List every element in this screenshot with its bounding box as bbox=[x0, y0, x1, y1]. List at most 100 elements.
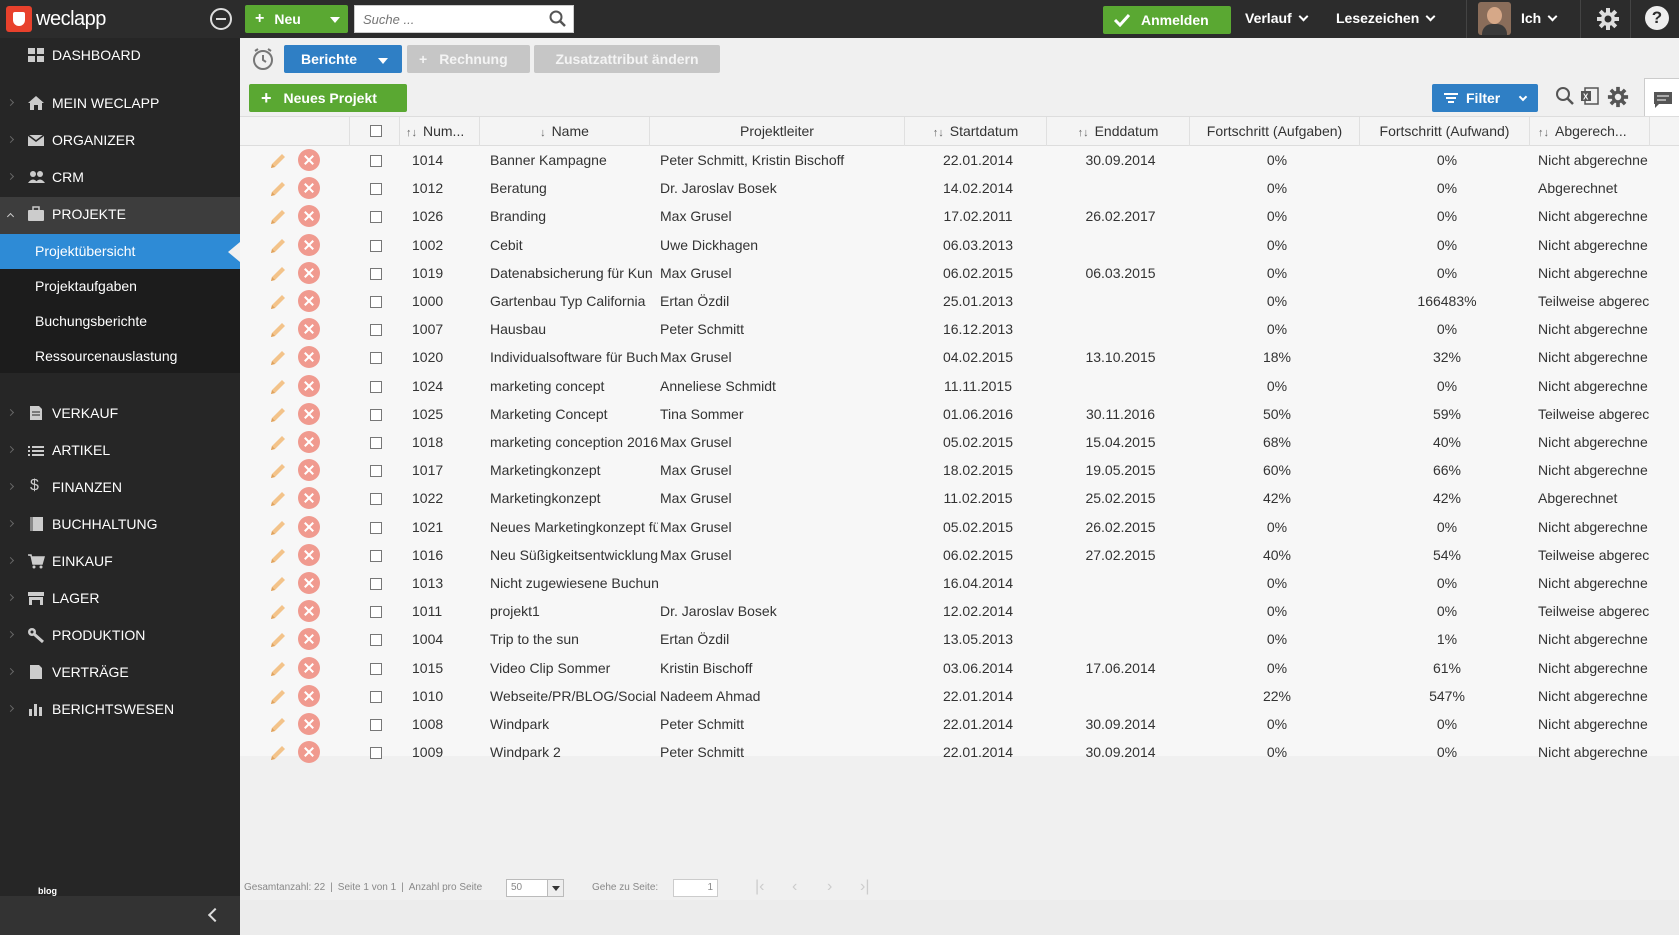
edit-pencil-icon[interactable] bbox=[268, 630, 288, 650]
row-checkbox[interactable] bbox=[370, 493, 382, 506]
sidebar-item-dashboard[interactable]: DASHBOARD bbox=[0, 38, 240, 72]
search-icon[interactable] bbox=[1555, 86, 1575, 106]
chat-panel-tab[interactable] bbox=[1644, 78, 1679, 120]
edit-pencil-icon[interactable] bbox=[268, 348, 288, 368]
edit-pencil-icon[interactable] bbox=[268, 659, 288, 679]
sidebar-item-verkauf[interactable]: VERKAUF bbox=[0, 396, 240, 430]
table-row[interactable]: 1020 Individualsoftware für Buch Max Gruse… bbox=[240, 344, 1679, 372]
delete-icon[interactable] bbox=[298, 290, 320, 312]
table-row[interactable]: 1007 Hausbau Peter Schmitt 16.12.2013 0% 0% Ni… bbox=[240, 316, 1679, 344]
table-row[interactable]: 1024 marketing concept Anneliese Schmidt 11… bbox=[240, 373, 1679, 401]
row-checkbox[interactable] bbox=[370, 352, 382, 365]
delete-icon[interactable] bbox=[298, 205, 320, 228]
select-all-checkbox[interactable] bbox=[370, 125, 382, 137]
edit-pencil-icon[interactable] bbox=[268, 743, 288, 763]
delete-icon[interactable] bbox=[298, 261, 320, 284]
delete-icon[interactable] bbox=[298, 346, 320, 369]
table-row[interactable]: 1014 Banner Kampagne Peter Schmitt, Kristi… bbox=[240, 147, 1679, 175]
row-checkbox[interactable] bbox=[370, 634, 382, 647]
row-checkbox[interactable] bbox=[370, 267, 382, 280]
edit-pencil-icon[interactable] bbox=[268, 151, 288, 171]
row-checkbox[interactable] bbox=[370, 549, 382, 562]
sidebar-item-berichtswesen[interactable]: BERICHTSWESEN bbox=[0, 692, 240, 726]
edit-pencil-icon[interactable] bbox=[268, 518, 288, 538]
goto-page-input[interactable]: 1 bbox=[673, 879, 718, 897]
filter-button[interactable]: Filter bbox=[1432, 84, 1538, 112]
header-number[interactable]: ↑↓ Num... bbox=[400, 117, 480, 146]
edit-pencil-icon[interactable] bbox=[268, 602, 288, 622]
table-row[interactable]: 1004 Trip to the sun Ertan Özdil 13.05.2013… bbox=[240, 626, 1679, 654]
header-start-date[interactable]: ↑↓ Startdatum bbox=[905, 117, 1047, 146]
login-button[interactable]: Anmelden bbox=[1103, 6, 1231, 34]
delete-icon[interactable] bbox=[298, 515, 320, 538]
table-row[interactable]: 1009 Windpark 2 Peter Schmitt 22.01.2014 30.… bbox=[240, 739, 1679, 767]
sidebar-item-vertraege[interactable]: VERTRÄGE bbox=[0, 655, 240, 689]
settings-gear-icon[interactable] bbox=[1596, 7, 1620, 31]
delete-icon[interactable] bbox=[298, 318, 320, 341]
table-row[interactable]: 1017 Marketingkonzept Max Grusel 18.02.2015… bbox=[240, 457, 1679, 485]
clock-icon[interactable] bbox=[251, 47, 275, 71]
row-checkbox[interactable] bbox=[370, 437, 382, 449]
row-checkbox[interactable] bbox=[370, 408, 382, 421]
row-checkbox[interactable] bbox=[370, 183, 382, 196]
delete-icon[interactable] bbox=[298, 713, 320, 735]
table-row[interactable]: 1013 Nicht zugewiesene Buchun 16.04.2014 0%… bbox=[240, 570, 1679, 598]
edit-pencil-icon[interactable] bbox=[268, 320, 288, 340]
excel-export-icon[interactable]: X bbox=[1580, 86, 1600, 106]
row-checkbox[interactable] bbox=[370, 719, 382, 731]
sidebar-item-crm[interactable]: CRM bbox=[0, 160, 240, 194]
row-checkbox[interactable] bbox=[370, 239, 382, 252]
row-checkbox[interactable] bbox=[370, 324, 382, 337]
sidebar-item-mein-weclapp[interactable]: MEIN WECLAPP bbox=[0, 86, 240, 120]
header-project-lead[interactable]: Projektleiter bbox=[650, 117, 905, 146]
delete-icon[interactable] bbox=[298, 402, 320, 425]
edit-pencil-icon[interactable] bbox=[268, 179, 288, 199]
blog-link[interactable]: blog bbox=[38, 886, 57, 896]
row-checkbox[interactable] bbox=[370, 690, 382, 703]
edit-pencil-icon[interactable] bbox=[268, 207, 288, 227]
edit-pencil-icon[interactable] bbox=[268, 687, 288, 707]
search-icon[interactable] bbox=[549, 10, 567, 28]
row-checkbox[interactable] bbox=[370, 465, 382, 478]
sidebar-item-finanzen[interactable]: $ FINANZEN bbox=[0, 470, 240, 504]
collapse-sidebar-icon[interactable] bbox=[210, 8, 232, 30]
edit-pencil-icon[interactable] bbox=[268, 236, 288, 256]
table-row[interactable]: 1000 Gartenbau Typ California Ertan Özdil 2… bbox=[240, 288, 1679, 316]
next-page-icon[interactable]: › bbox=[827, 878, 832, 896]
row-checkbox[interactable] bbox=[370, 747, 382, 760]
row-checkbox[interactable] bbox=[370, 578, 382, 590]
header-name[interactable]: ↓ Name bbox=[480, 117, 650, 146]
sidebar-item-produktion[interactable]: PRODUKTION bbox=[0, 618, 240, 652]
table-row[interactable]: 1022 Marketingkonzept Max Grusel 11.02.2015… bbox=[240, 485, 1679, 513]
delete-icon[interactable] bbox=[298, 487, 320, 510]
chevron-left-icon[interactable] bbox=[207, 907, 223, 923]
sidebar-subitem-ressourcenauslastung[interactable]: Ressourcenauslastung bbox=[0, 339, 240, 374]
invoice-button[interactable]: + Rechnung bbox=[407, 45, 530, 73]
help-icon[interactable]: ? bbox=[1645, 6, 1669, 30]
header-progress-tasks[interactable]: Fortschritt (Aufgaben) bbox=[1190, 117, 1360, 146]
table-row[interactable]: 1025 Marketing Concept Tina Sommer 01.06.20… bbox=[240, 401, 1679, 429]
header-progress-effort[interactable]: Fortschritt (Aufwand) bbox=[1360, 117, 1530, 146]
table-row[interactable]: 1008 Windpark Peter Schmitt 22.01.2014 30.09… bbox=[240, 711, 1679, 739]
new-project-button[interactable]: + Neues Projekt bbox=[249, 84, 407, 112]
delete-icon[interactable] bbox=[298, 374, 320, 397]
row-checkbox[interactable] bbox=[370, 155, 382, 167]
bookmarks-menu[interactable]: Lesezeichen bbox=[1336, 10, 1436, 26]
history-menu[interactable]: Verlauf bbox=[1245, 10, 1309, 26]
row-checkbox[interactable] bbox=[370, 380, 382, 393]
table-row[interactable]: 1021 Neues Marketingkonzept fü Max Grusel 0… bbox=[240, 514, 1679, 542]
edit-pencil-icon[interactable] bbox=[268, 292, 288, 312]
avatar[interactable] bbox=[1478, 2, 1511, 35]
delete-icon[interactable] bbox=[298, 741, 320, 764]
last-page-icon[interactable]: ›| bbox=[860, 878, 869, 896]
new-button[interactable]: + Neu bbox=[245, 5, 348, 33]
edit-pencil-icon[interactable] bbox=[268, 461, 288, 481]
delete-icon[interactable] bbox=[298, 459, 320, 482]
sidebar-subitem-projektaufgaben[interactable]: Projektaufgaben bbox=[0, 269, 240, 304]
delete-icon[interactable] bbox=[298, 149, 320, 171]
table-row[interactable]: 1019 Datenabsicherung für Kun Max Grusel 06… bbox=[240, 260, 1679, 288]
logo[interactable]: weclapp bbox=[0, 0, 240, 38]
sidebar-subitem-projektuebersicht[interactable]: Projektübersicht bbox=[0, 234, 240, 269]
user-menu[interactable]: Ich bbox=[1521, 10, 1558, 26]
table-row[interactable]: 1010 Webseite/PR/BLOG/Social Nadeem Ahmad 2… bbox=[240, 683, 1679, 711]
